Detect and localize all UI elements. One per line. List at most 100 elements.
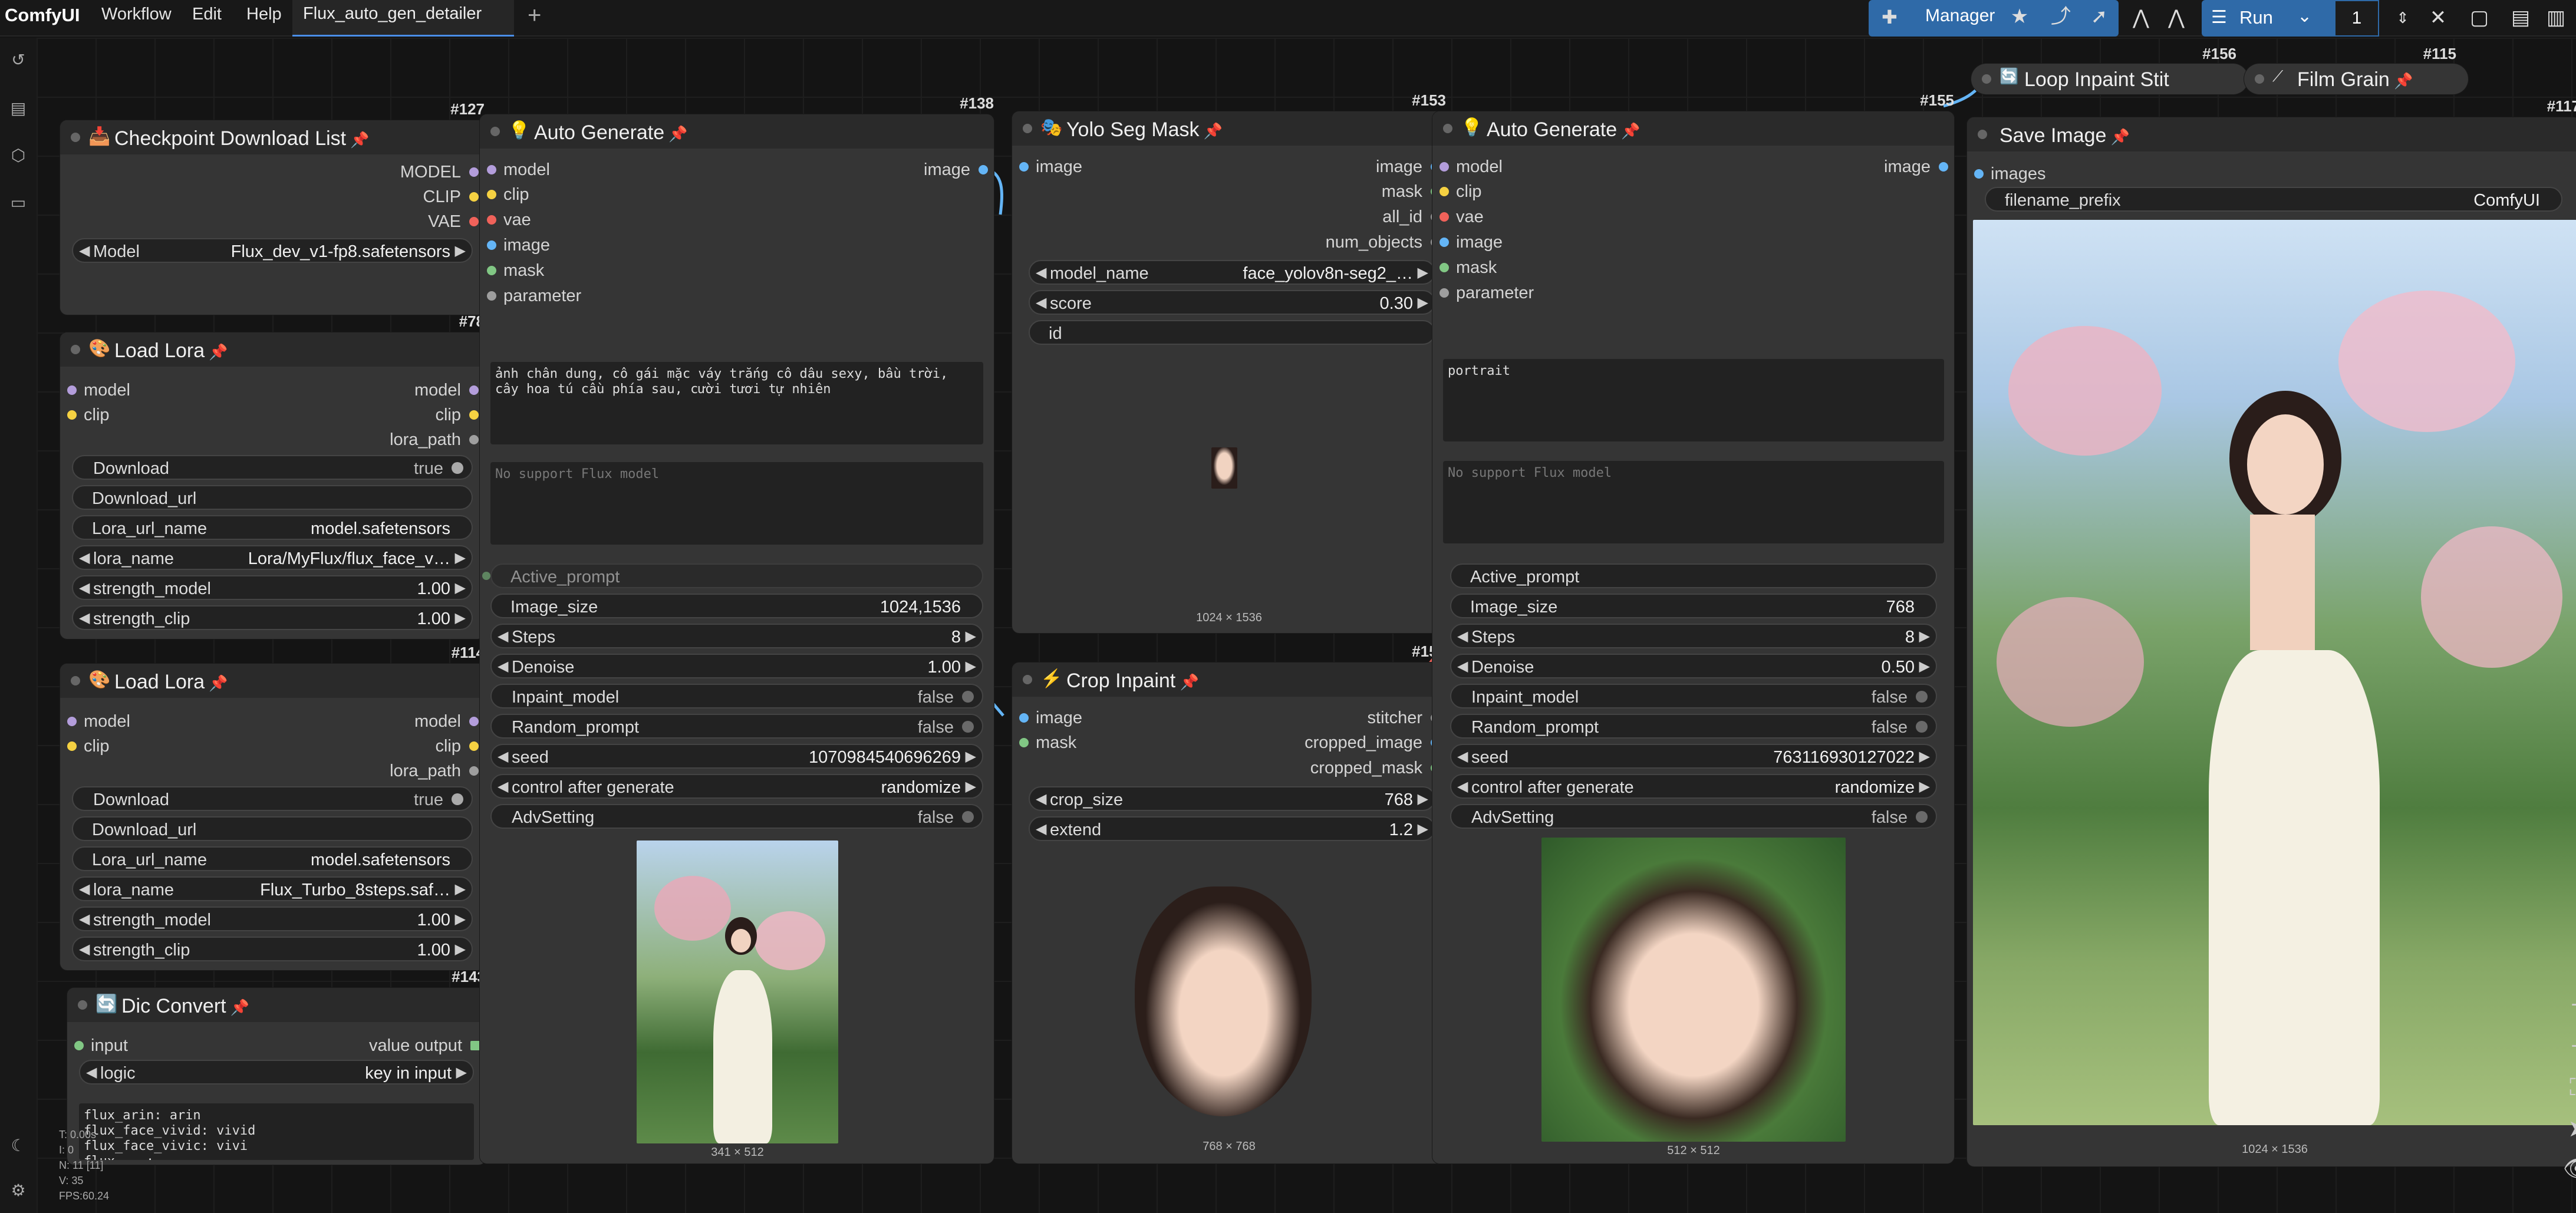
adv-setting-toggle[interactable]: AdvSetting false [490, 804, 983, 829]
output-clip[interactable]: CLIP [308, 187, 485, 206]
output-image[interactable]: image [1777, 157, 1954, 176]
input-parameter[interactable]: parameter [480, 286, 581, 305]
download-toggle[interactable]: Download true [72, 786, 473, 811]
node-auto-generate-155[interactable]: #155 💡 Auto Generate 📌 model clip vae im… [1432, 91, 1954, 1163]
node-header[interactable]: 📥 Checkpoint Download List 📌 [60, 120, 485, 154]
adv-setting-toggle[interactable]: AdvSetting false [1450, 804, 1937, 829]
moon-icon[interactable]: ☾ [9, 1136, 28, 1155]
star-icon[interactable]: ★ [1998, 0, 2041, 35]
arrow-share-icon[interactable]: ⤴ [2040, 0, 2082, 35]
output-num-objects[interactable]: num_objects [1234, 233, 1446, 252]
input-mask[interactable]: mask [480, 261, 544, 280]
fit-view-button[interactable]: ⛶ [2559, 1069, 2576, 1106]
output-mask[interactable]: mask [1269, 182, 1446, 201]
input-clip[interactable]: clip [1432, 182, 1482, 201]
preview-image[interactable] [1211, 447, 1237, 489]
input-model[interactable]: model [480, 160, 550, 179]
node-header[interactable]: 💡 Auto Generate 📌 [1432, 111, 1954, 146]
node-header[interactable]: 🎨 Load Lora 📌 [60, 664, 485, 698]
strength-model-number[interactable]: ◀ strength_model 1.00 ▶ [72, 907, 473, 931]
steps-number[interactable]: ◀ Steps 8 ▶ [490, 624, 983, 648]
seed-number[interactable]: ◀ seed 763116930127022 ▶ [1450, 744, 1937, 769]
output-clip[interactable]: clip [308, 406, 485, 424]
input-mask[interactable]: mask [1012, 733, 1076, 752]
cube-icon[interactable]: ⬡ [9, 146, 28, 165]
input-parameter[interactable]: parameter [1432, 284, 1534, 302]
crop-size-number[interactable]: ◀ crop_size 768 ▶ [1029, 786, 1435, 811]
node-header[interactable]: Save Image 📌 [1967, 117, 2576, 151]
manager-button[interactable]: ✚ Manager ★ ⤴ ➚ [1869, 0, 2119, 37]
extend-number[interactable]: ◀ extend 1.2 ▶ [1029, 816, 1435, 841]
collapse-dot[interactable] [1023, 124, 1032, 133]
new-tab-button[interactable]: + [528, 2, 541, 29]
input-clip[interactable]: clip [60, 406, 110, 424]
model-combo[interactable]: ◀ Model Flux_dev_v1-fp8.safetensors ▶ [72, 238, 473, 263]
input-clip[interactable]: clip [480, 185, 529, 204]
collapse-dot[interactable] [71, 133, 80, 142]
collapse-dot[interactable] [490, 127, 500, 136]
lora-url-name-field[interactable]: Lora_url_name model.safetensors [72, 515, 473, 540]
active-prompt-field[interactable]: Active_prompt [482, 563, 983, 588]
negative-prompt-textarea[interactable]: No support Flux model [1443, 461, 1944, 543]
chevron-down-icon[interactable]: ⌄ [2297, 6, 2312, 27]
collapse-dot[interactable] [1978, 130, 1987, 139]
strength-clip-number[interactable]: ◀ strength_clip 1.00 ▶ [72, 605, 473, 630]
denoise-number[interactable]: ◀ Denoise 0.50 ▶ [1450, 654, 1937, 678]
lora-url-name-field[interactable]: Lora_url_name model.safetensors [72, 846, 473, 871]
node-film-grain[interactable]: #115 ⟋ Film Grain 📌 [2244, 45, 2468, 94]
input-clip[interactable]: clip [60, 737, 110, 756]
input-input[interactable]: input [67, 1036, 128, 1055]
collapse-dot[interactable] [2255, 74, 2264, 84]
filename-prefix-field[interactable]: filename_prefix ComfyUI [1985, 187, 2562, 212]
batch-count-input[interactable]: 1 [2334, 0, 2379, 37]
forward-icon[interactable]: ➚ [2078, 0, 2120, 35]
input-mask[interactable]: mask [1432, 258, 1497, 277]
node-save-image[interactable]: #117 Save Image 📌 images filename_prefix… [1967, 97, 2576, 1166]
node-checkpoint-download-list[interactable]: #127 📥 Checkpoint Download List 📌 MODEL … [60, 100, 485, 315]
control-after-generate-combo[interactable]: ◀ control after generate randomize ▶ [490, 774, 983, 799]
menu-workflow[interactable]: Workflow [101, 5, 172, 24]
workflow-tab-active[interactable]: Flux_auto_gen_detailer [292, 0, 514, 37]
output-model[interactable]: MODEL [308, 163, 485, 182]
input-model[interactable]: model [60, 381, 130, 400]
strength-clip-number[interactable]: ◀ strength_clip 1.00 ▶ [72, 937, 473, 961]
input-image[interactable]: image [1012, 708, 1082, 727]
collapse-dot[interactable] [78, 1000, 87, 1010]
prompt-textarea[interactable]: ảnh chân dung, cô gái mặc váy trắng cô d… [490, 362, 983, 444]
node-load-lora-78[interactable]: #78 🎨 Load Lora 📌 model clip model clip … [60, 312, 485, 639]
logic-combo[interactable]: ◀ logic key in input ▶ [79, 1060, 474, 1085]
eye-icon[interactable]: 👁 [2559, 1151, 2576, 1187]
collapse-dot[interactable] [71, 345, 80, 354]
input-image[interactable]: image [480, 236, 550, 255]
id-field[interactable]: id [1029, 320, 1435, 345]
active-prompt-field[interactable]: Active_prompt [1450, 563, 1937, 588]
square-icon[interactable]: ▢ [2458, 0, 2501, 37]
image-size-field[interactable]: Image_size 768 [1450, 594, 1937, 618]
random-prompt-toggle[interactable]: Random_prompt false [1450, 714, 1937, 739]
negative-prompt-textarea[interactable]: No support Flux model [490, 462, 983, 545]
input-model[interactable]: model [60, 712, 130, 731]
steps-number[interactable]: ◀ Steps 8 ▶ [1450, 624, 1937, 648]
lora-name-combo[interactable]: ◀ lora_name Lora/MyFlux/flux_face_v… ▶ [72, 545, 473, 570]
zoom-in-button[interactable]: + [2559, 987, 2576, 1023]
node-header[interactable]: 🎭 Yolo Seg Mask 📌 [1012, 111, 1446, 146]
output-image[interactable]: image [1269, 157, 1446, 176]
close-icon[interactable]: ✕ [2417, 0, 2459, 37]
input-image[interactable]: image [1432, 233, 1503, 252]
random-prompt-toggle[interactable]: Random_prompt false [490, 714, 983, 739]
gear-icon[interactable]: ⚙ [9, 1181, 28, 1200]
input-model[interactable]: model [1432, 157, 1503, 176]
graph-canvas[interactable]: #127 📥 Checkpoint Download List 📌 MODEL … [37, 38, 2576, 1213]
seed-number[interactable]: ◀ seed 1070984540696269 ▶ [490, 744, 983, 769]
inpaint-model-toggle[interactable]: Inpaint_model false [490, 684, 983, 708]
control-after-generate-combo[interactable]: ◀ control after generate randomize ▶ [1450, 774, 1937, 799]
output-stitcher[interactable]: stitcher [1269, 708, 1446, 727]
node-header[interactable]: ⚡ Crop Inpaint 📌 [1012, 662, 1446, 697]
output-cropped-image[interactable]: cropped_image [1234, 733, 1446, 752]
node-header[interactable]: 🎨 Load Lora 📌 [60, 332, 485, 367]
layout-icon[interactable]: ▥ [2535, 0, 2576, 37]
node-header[interactable]: 🔄 Dic Convert 📌 [67, 988, 486, 1022]
node-library-icon[interactable]: ⋀ [2155, 0, 2198, 37]
node-header[interactable]: 💡 Auto Generate 📌 [480, 114, 994, 149]
preview-image[interactable] [637, 840, 838, 1143]
